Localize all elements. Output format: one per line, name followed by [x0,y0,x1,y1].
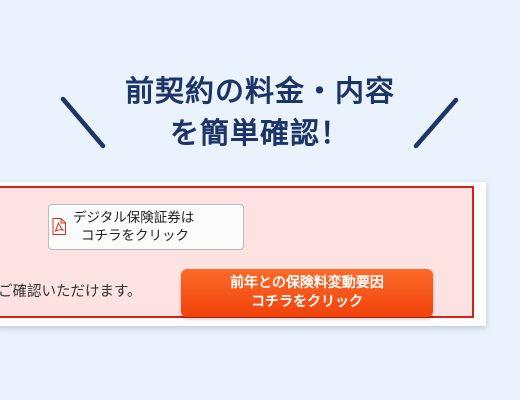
contract-card: デジタル保険証券は コチラをクリック ご確認いただけます。 前年との保険料変動要… [0,182,486,326]
digital-certificate-button[interactable]: デジタル保険証券は コチラをクリック [48,204,244,250]
contract-panel: デジタル保険証券は コチラをクリック ご確認いただけます。 前年との保険料変動要… [0,186,474,318]
heading-line-2: を簡単確認！ [169,116,350,150]
digital-certificate-line-1: デジタル保険証券は [73,210,195,226]
premium-change-line-2: コチラをクリック [251,294,363,310]
digital-certificate-label: デジタル保険証券は コチラをクリック [69,209,194,245]
premium-change-line-1: 前年との保険料変動要因 [230,275,384,291]
confirm-message: ご確認いただけます。 [0,284,142,300]
page-heading: 前契約の料金・内容 を簡単確認！ [0,70,520,154]
premium-change-factors-button[interactable]: 前年との保険料変動要因 コチラをクリック [181,269,433,317]
digital-certificate-line-2: コチラをクリック [81,228,189,244]
heading-line-1: 前契約の料金・内容 [124,74,395,108]
pdf-file-icon [52,218,66,235]
